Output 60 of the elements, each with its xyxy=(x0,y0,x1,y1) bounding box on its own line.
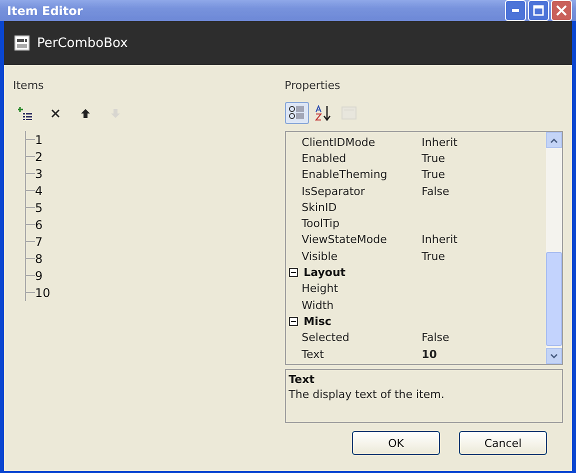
maximize-icon xyxy=(533,5,544,16)
scroll-down-button[interactable] xyxy=(546,348,562,364)
tree-item[interactable]: 6 xyxy=(35,218,43,232)
property-name[interactable]: SkinID xyxy=(302,200,422,214)
scroll-up-button[interactable] xyxy=(546,132,562,148)
component-title: PerComboBox xyxy=(37,36,128,50)
description-text: The display text of the item. xyxy=(288,388,444,401)
property-name[interactable]: IsSeparator xyxy=(302,184,422,198)
property-name[interactable]: Width xyxy=(302,298,422,312)
property-name[interactable]: ToolTip xyxy=(302,217,422,230)
tree-item[interactable]: 9 xyxy=(35,268,43,282)
up-arrow-icon xyxy=(80,108,90,118)
close-icon xyxy=(556,5,567,16)
window-form-icon xyxy=(14,35,30,51)
close-icon xyxy=(50,108,60,118)
minimize-button[interactable] xyxy=(505,0,526,21)
close-button[interactable] xyxy=(551,0,572,21)
collapse-icon[interactable] xyxy=(289,268,298,278)
property-name[interactable]: ClientIDMode xyxy=(302,136,422,149)
ok-button[interactable]: OK xyxy=(352,431,440,455)
window-title: Item Editor xyxy=(7,4,84,18)
property-value[interactable]: True xyxy=(422,152,446,165)
tree-item[interactable]: 5 xyxy=(35,200,43,214)
property-value[interactable]: Inherit xyxy=(422,233,458,246)
description-title: Text xyxy=(288,373,314,386)
property-value[interactable]: Inherit xyxy=(422,136,458,149)
property-name[interactable]: EnableTheming xyxy=(302,168,422,182)
category-name[interactable]: Misc xyxy=(304,314,332,328)
scrollbar-thumb[interactable] xyxy=(546,252,562,346)
categorized-list-icon xyxy=(288,105,305,121)
add-list-icon xyxy=(18,106,32,120)
items-label: Items xyxy=(13,79,44,92)
tree-item[interactable]: 8 xyxy=(35,252,43,266)
categorized-button[interactable] xyxy=(284,102,309,124)
collapse-icon[interactable] xyxy=(289,316,298,326)
tree-item[interactable]: 7 xyxy=(35,234,43,248)
properties-label: Properties xyxy=(284,79,340,92)
maximize-button[interactable] xyxy=(528,0,549,21)
tree-item[interactable]: 2 xyxy=(35,150,43,164)
minimize-icon xyxy=(512,9,519,12)
tree-item[interactable]: 4 xyxy=(35,184,43,198)
cancel-button[interactable]: Cancel xyxy=(459,431,547,455)
property-name[interactable]: Enabled xyxy=(302,152,422,165)
property-name[interactable]: Selected xyxy=(302,331,422,344)
tree-item[interactable]: 10 xyxy=(35,286,50,300)
tree-item[interactable]: 1 xyxy=(35,132,43,146)
property-value[interactable]: False xyxy=(422,331,450,344)
caret-up-icon xyxy=(550,138,558,142)
category-name[interactable]: Layout xyxy=(304,266,346,280)
caret-down-icon xyxy=(550,354,558,358)
tree-item[interactable]: 3 xyxy=(35,166,43,180)
property-value[interactable]: True xyxy=(422,250,446,263)
property-name[interactable]: Text xyxy=(302,348,422,360)
sort-az-icon xyxy=(314,105,331,121)
property-name[interactable]: Height xyxy=(302,282,422,296)
property-value[interactable]: True xyxy=(422,168,446,182)
property-name[interactable]: Visible xyxy=(302,250,422,263)
property-name[interactable]: ViewStateMode xyxy=(302,233,422,246)
property-value[interactable]: 10 xyxy=(422,348,437,360)
property-value[interactable]: False xyxy=(422,184,450,198)
